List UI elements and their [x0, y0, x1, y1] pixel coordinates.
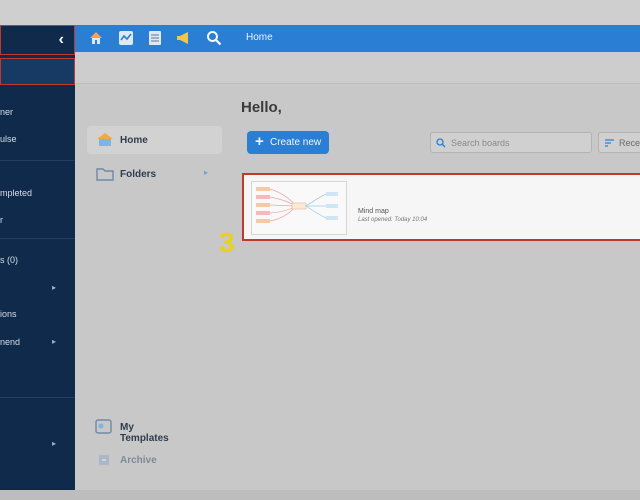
- nav-archive-label: Archive: [120, 455, 157, 466]
- sort-dropdown[interactable]: Recen: [598, 132, 640, 153]
- search-icon: [436, 138, 446, 148]
- app-header: Home: [75, 25, 640, 52]
- chevron-right-icon[interactable]: ▸: [52, 439, 56, 448]
- list-icon[interactable]: [147, 30, 163, 46]
- sidebar-item[interactable]: r: [0, 215, 3, 225]
- chevron-left-icon[interactable]: ‹: [59, 31, 64, 49]
- megaphone-icon[interactable]: [175, 30, 191, 46]
- mind-map-thumbnail: [256, 187, 338, 223]
- create-new-button[interactable]: + Create new: [247, 131, 329, 154]
- sort-label: Recen: [619, 138, 640, 148]
- search-placeholder: Search boards: [451, 138, 510, 148]
- activity-icon[interactable]: [118, 30, 134, 46]
- breadcrumb-home[interactable]: Home: [246, 32, 273, 43]
- home-icon[interactable]: [88, 30, 104, 46]
- chevron-right-icon[interactable]: ▸: [52, 283, 56, 292]
- sidebar-divider: [0, 160, 75, 161]
- sidebar-collapse-header[interactable]: ‹: [0, 25, 75, 55]
- sidebar-divider: [0, 238, 75, 239]
- step-number-annotation: 3: [219, 227, 235, 258]
- nav-home-label[interactable]: Home: [120, 135, 148, 146]
- sidebar-selected-item[interactable]: [0, 58, 75, 85]
- side-menu: ‹ ner ulse mpleted r s (0) ▸ ions nend ▸…: [0, 25, 75, 490]
- search-icon[interactable]: [206, 30, 222, 46]
- board-title[interactable]: Mind map: [358, 208, 389, 215]
- sidebar-item[interactable]: ulse: [0, 134, 17, 144]
- plus-icon: +: [255, 133, 264, 150]
- chevron-right-icon[interactable]: ▸: [204, 168, 208, 177]
- top-strip: [0, 0, 640, 25]
- sidebar-divider: [0, 397, 75, 398]
- app-window: ‹ ner ulse mpleted r s (0) ▸ ions nend ▸…: [0, 0, 640, 500]
- home-icon: [97, 133, 113, 146]
- greeting: Hello,: [241, 99, 282, 116]
- taskbar: [0, 490, 640, 500]
- chevron-right-icon[interactable]: ▸: [52, 337, 56, 346]
- main-content: Home Folders ▸ Hello, + Create new Searc…: [75, 52, 640, 490]
- board-thumbnail: [251, 181, 347, 235]
- archive-icon: [99, 455, 109, 465]
- nav-templates-label: My Templates: [120, 422, 169, 444]
- board-last-opened: Last opened: Today 10:04: [358, 217, 428, 223]
- sidebar-item[interactable]: s (0): [0, 255, 18, 265]
- sidebar-item[interactable]: mpleted: [0, 188, 32, 198]
- create-new-label: Create new: [270, 137, 322, 148]
- sidebar-item[interactable]: nend: [0, 337, 20, 347]
- sort-icon: [605, 139, 614, 147]
- templates-icon: [95, 419, 112, 434]
- folder-icon: [96, 168, 114, 181]
- board-card[interactable]: Mind map Last opened: Today 10:04: [242, 173, 640, 241]
- nav-folders-label[interactable]: Folders: [120, 169, 156, 180]
- sidebar-item[interactable]: ions: [0, 309, 17, 319]
- sub-toolbar: [75, 52, 640, 84]
- sidebar-item[interactable]: ner: [0, 107, 13, 117]
- search-boards-input[interactable]: Search boards: [430, 132, 592, 153]
